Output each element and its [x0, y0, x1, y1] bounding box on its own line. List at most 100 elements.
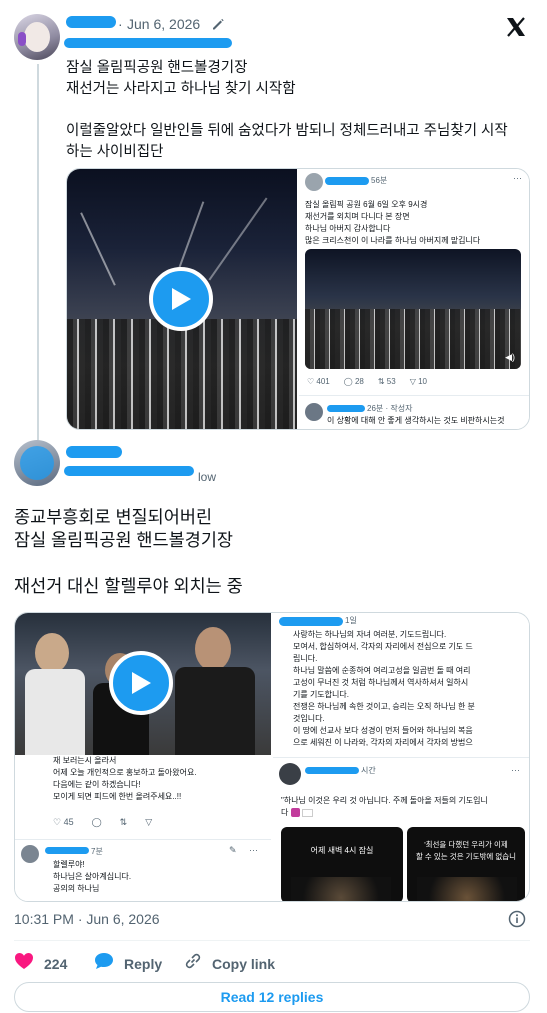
- worship-video[interactable]: 재 보러는시 올라서 어제 오늘 개인적으로 홍보하고 돌아왔어요. 다음에는 …: [15, 613, 271, 901]
- worship-reply-time: 7분: [91, 847, 103, 856]
- thread-connector: [37, 64, 39, 440]
- tweet-line: [66, 100, 536, 121]
- prayer-post-card[interactable]: 1일 사랑하는 하나님의 자녀 여러분, 기도드립니다. 모여서, 합심하여서,…: [273, 613, 529, 901]
- heart-icon: [14, 952, 34, 975]
- embedded-reply-avatar: [305, 403, 323, 421]
- embedded-retweets[interactable]: ◯ 28: [344, 377, 364, 386]
- author-name-redacted[interactable]: [66, 16, 116, 28]
- embedded-post-card[interactable]: 56분 ··· 잠실 올림픽 공원 6월 6일 오후 9시경 재선거를 외치며 …: [299, 169, 529, 429]
- worship-stats: ♡ 45 ◯ ⇅ ▽: [53, 817, 152, 828]
- prayer-reply-text: "하나님 이것은 우리 것 아닙니다. 주께 돌아올 저들의 기도입니 다: [281, 795, 527, 819]
- prayer-reply-line: 다: [281, 807, 527, 819]
- worship-share-icon[interactable]: ▽: [145, 817, 152, 828]
- prayer-reply-line-2: 다: [281, 808, 289, 817]
- read-replies-button[interactable]: Read 12 replies: [14, 982, 530, 1012]
- worship-reply-text: 할렐루야! 하나님은 살아계십니다. 공의의 하나님: [53, 859, 253, 895]
- like-button[interactable]: 224: [14, 952, 67, 975]
- tweet-line: 잠실 올림픽공원 핸드볼경기장: [66, 60, 248, 76]
- worship-photo[interactable]: [15, 613, 271, 755]
- prayer-reply-author-redacted: [305, 767, 359, 774]
- embedded-mute-icon[interactable]: ◀): [505, 352, 515, 363]
- worship-likes[interactable]: ♡ 45: [53, 817, 74, 828]
- embedded-retweets-count: 28: [354, 377, 364, 386]
- worship-line: 모이게 되면 피드에 한번 올려주세요..!!: [53, 792, 182, 801]
- embedded-media[interactable]: ◀): [305, 249, 521, 369]
- prayer-line: 사랑하는 하나님의 자녀 여러분, 기도드립니다.: [293, 630, 447, 639]
- prayer-thumb-left[interactable]: 어제 새벽 4시 잠실: [281, 827, 403, 901]
- worship-reply-author-redacted: [45, 847, 89, 854]
- quoted-name-redacted[interactable]: [66, 446, 122, 458]
- embedded-text: 잠실 올림픽 공원 6월 6일 오후 9시경 재선거를 외치며 다니다 본 장면…: [305, 199, 527, 247]
- edit-pencil-icon[interactable]: ✎: [229, 845, 237, 856]
- prayer-line: 하나님 말씀에 순종하여 여리고성을 일곱번 돌 때 여리: [293, 666, 471, 675]
- embedded-stats: ♡ 401 ◯ 28 ⇅ 53 ▽ 10: [307, 377, 427, 386]
- quoted-line: 잠실 올림픽공원 핸드볼경기장: [14, 530, 234, 550]
- worship-post-text: 재 보러는시 올라서 어제 오늘 개인적으로 홍보하고 돌아왔어요. 다음에는 …: [53, 755, 267, 803]
- more-options-icon[interactable]: ···: [511, 765, 520, 775]
- prayer-reply-avatar: [279, 763, 301, 785]
- author-avatar[interactable]: [14, 14, 60, 60]
- tweet-line: 하는 사이비집단: [66, 144, 164, 160]
- embedded-line: 많은 크리스천이 이 나라를 하나님 아버지께 맡깁니다: [305, 236, 481, 245]
- prayer-thumb-right[interactable]: '최선을 다했던 우리가 이제 할 수 있는 것은 기도밖에 없습니: [407, 827, 525, 901]
- worship-line: 다음에는 같이 하겠습니다!: [53, 780, 141, 789]
- embedded-line: 잠실 올림픽 공원 6월 6일 오후 9시경: [305, 200, 428, 209]
- edited-pencil-icon[interactable]: [211, 17, 225, 36]
- prayer-line: 모여서, 합심하여서, 각자의 자리에서 전심으로 기도 드: [293, 642, 473, 651]
- embedded-replies-count: 401: [316, 377, 330, 386]
- prayer-reply-time: 시간: [361, 766, 376, 775]
- prayer-line: 이 땅에 선교사 보다 성경이 먼저 들어와 하나님의 복음: [293, 726, 473, 735]
- concert-crowd-video[interactable]: [67, 169, 297, 429]
- copy-link-button[interactable]: Copy link: [184, 952, 275, 975]
- prayer-thumb-left-caption: 어제 새벽 4시 잠실: [310, 846, 374, 855]
- quoted-line: 재선거 대신 할렐루야 외치는 중: [14, 576, 243, 596]
- tweet-line: 이럴줄알았다 일반인들 뒤에 숨었다가 밤되니 정체드러내고 주님찾기 시작: [66, 123, 508, 139]
- embedded-author-redacted: [325, 177, 369, 185]
- x-logo-icon[interactable]: [505, 16, 527, 43]
- like-count: 224: [44, 955, 68, 972]
- footer-divider: [14, 940, 530, 941]
- reply-button[interactable]: Reply: [94, 952, 162, 975]
- worship-line: 재 보러는시 올라서: [53, 756, 117, 765]
- embedded-likes[interactable]: ⇅ 53: [378, 377, 396, 386]
- embedded-views-count: 10: [418, 377, 427, 386]
- prayer-thumb-right-caption-1: '최선을 다했던 우리가 이제: [424, 840, 508, 849]
- worship-reply-line: 할렐루야!: [53, 860, 85, 869]
- author-name-dot: ·: [118, 16, 123, 32]
- quoted-handle-redacted[interactable]: [64, 466, 194, 476]
- embedded-line: 하나님 아버지 감사합니다: [305, 224, 391, 233]
- prayer-line: 전쟁은 하나님께 속한 것이고, 승리는 오직 하나님 한 분: [293, 702, 475, 711]
- tweet-timestamp[interactable]: 10:31 PM · Jun 6, 2026: [14, 911, 160, 927]
- embedded-reply-text: 이 상황에 대해 안 좋게 생각하시는 것도 비판하시는것: [327, 416, 505, 425]
- speech-bubble-icon: [94, 952, 114, 975]
- worship-reply-line: 하나님은 살아계십니다.: [53, 872, 132, 881]
- info-icon[interactable]: [508, 910, 526, 933]
- worship-reply-icon[interactable]: ◯: [92, 817, 102, 828]
- quoted-text: 종교부흥회로 변질되어버린 잠실 올림픽공원 핸드볼경기장 재선거 대신 할렐루…: [14, 506, 534, 598]
- tweet-media-2[interactable]: 재 보러는시 올라서 어제 오늘 개인적으로 홍보하고 돌아왔어요. 다음에는 …: [14, 612, 530, 902]
- worship-likes-count: 45: [63, 817, 74, 827]
- tweet-text: 잠실 올림픽공원 핸드볼경기장 재선거는 사라지고 하나님 찾기 시작함 이럴줄…: [66, 58, 536, 163]
- quoted-avatar[interactable]: [14, 440, 60, 486]
- play-button[interactable]: [109, 651, 173, 715]
- embedded-reply-time: 26분 · 작성자: [367, 404, 413, 413]
- tweet-media-1[interactable]: 56분 ··· 잠실 올림픽 공원 6월 6일 오후 9시경 재선거를 외치며 …: [66, 168, 530, 430]
- more-options-icon[interactable]: ···: [249, 845, 258, 855]
- embedded-replies[interactable]: ♡ 401: [307, 377, 330, 386]
- embedded-views[interactable]: ▽ 10: [410, 377, 427, 386]
- more-options-icon[interactable]: ···: [513, 173, 522, 183]
- worship-retweet-icon[interactable]: ⇅: [120, 817, 128, 828]
- tweet-line: 재선거는 사라지고 하나님 찾기 시작함: [66, 81, 296, 97]
- prayer-reply-line: "하나님 이것은 우리 것 아닙니다. 주께 돌아올 저들의 기도입니: [281, 796, 488, 805]
- korea-flag-icon: [301, 808, 313, 817]
- copy-link-label: Copy link: [212, 955, 276, 972]
- author-handle-redacted[interactable]: [64, 38, 232, 48]
- play-button[interactable]: [149, 267, 213, 331]
- quoted-line: 종교부흥회로 변질되어버린: [14, 507, 213, 527]
- tweet-date[interactable]: Jun 6, 2026: [127, 16, 200, 32]
- prayer-text: 사랑하는 하나님의 자녀 여러분, 기도드립니다. 모여서, 합심하여서, 각자…: [293, 629, 527, 749]
- prayer-thumb-right-caption-2: 할 수 있는 것은 기도밖에 없습니: [415, 852, 517, 861]
- embedded-avatar: [305, 173, 323, 191]
- prayer-line: 고성이 무너진 것 처럼 하나님께서 역사하셔서 일하시: [293, 678, 469, 687]
- prayer-time: 1일: [345, 616, 357, 625]
